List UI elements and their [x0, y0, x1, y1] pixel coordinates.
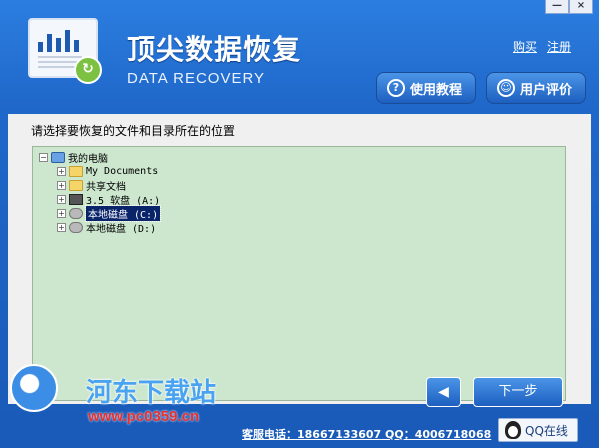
minimize-button[interactable]: —: [545, 0, 569, 14]
tree-node-label: 3.5 软盘 (A:): [86, 196, 161, 207]
review-button-label: 用户评价: [520, 82, 573, 98]
disk-icon: [69, 222, 83, 233]
contact-info[interactable]: 客服电话：18667133607 QQ：4006718068: [242, 426, 491, 442]
close-button[interactable]: ×: [569, 0, 593, 14]
tutorial-button[interactable]: ? 使用教程: [376, 72, 476, 104]
folder-icon: [69, 180, 83, 191]
help-icon: ?: [387, 79, 405, 97]
tree-item-disk-d[interactable]: + 本地磁盘 (D:): [57, 221, 157, 235]
content-panel: 请选择要恢复的文件和目录所在的位置 − 我的电脑 + My Documents …: [8, 114, 591, 404]
register-link[interactable]: 注册: [547, 38, 571, 55]
qq-penguin-icon: [505, 421, 521, 439]
tree-node-label: My Documents: [86, 166, 159, 177]
qq-online-label: QQ在线: [525, 423, 568, 438]
tree-item-floppy-a[interactable]: + 3.5 软盘 (A:): [57, 193, 161, 207]
tree-item-shared-docs[interactable]: + 共享文档: [57, 179, 126, 193]
expand-toggle[interactable]: +: [57, 209, 66, 218]
tree-node-label: 本地磁盘 (D:): [86, 224, 157, 235]
expand-toggle[interactable]: +: [57, 223, 66, 232]
header-links: 购买 注册: [513, 38, 571, 55]
tutorial-button-label: 使用教程: [410, 82, 463, 98]
watermark-title: 河东下载站: [86, 378, 217, 408]
app-window: — × ↻ 顶尖数据恢复 DATA RECOVERY 购买 注册 ? 使用教程 …: [0, 0, 599, 448]
app-logo-icon: ↻: [28, 18, 102, 84]
expand-toggle[interactable]: +: [57, 167, 66, 176]
tree-node-root[interactable]: − 我的电脑: [39, 151, 108, 165]
recover-arrow-icon: ↻: [74, 56, 102, 84]
collapse-toggle[interactable]: −: [39, 153, 48, 162]
app-title: 顶尖数据恢复: [127, 33, 302, 66]
tree-node-label-selected: 本地磁盘 (C:): [84, 205, 162, 222]
tree-node-label: 我的电脑: [68, 154, 108, 165]
watermark-url: www.pc0359.cn: [88, 408, 200, 425]
tree-node-label: 共享文档: [86, 182, 126, 193]
expand-toggle[interactable]: +: [57, 195, 66, 204]
computer-icon: [51, 152, 65, 163]
chart-bars-icon: [38, 30, 79, 52]
floppy-icon: [69, 194, 83, 205]
app-subtitle: DATA RECOVERY: [127, 70, 266, 87]
review-button[interactable]: ☺ 用户评价: [486, 72, 586, 104]
buy-link[interactable]: 购买: [513, 38, 537, 55]
tree-item-my-documents[interactable]: + My Documents: [57, 165, 158, 178]
watermark-logo-icon: [10, 364, 58, 412]
next-button[interactable]: 下一步: [473, 377, 563, 407]
location-prompt: 请选择要恢复的文件和目录所在的位置: [31, 124, 236, 138]
back-button[interactable]: ◀: [426, 377, 461, 407]
drive-tree[interactable]: − 我的电脑 + My Documents + 共享文档 + 3.5 软盘 (A…: [32, 146, 566, 401]
qq-online-button[interactable]: QQ在线: [498, 418, 578, 442]
window-controls: — ×: [545, 0, 593, 14]
folder-icon: [69, 166, 83, 177]
user-review-icon: ☺: [497, 79, 515, 97]
disk-icon: [69, 208, 83, 219]
expand-toggle[interactable]: +: [57, 181, 66, 190]
tree-item-disk-c[interactable]: + 本地磁盘 (C:): [57, 205, 162, 222]
